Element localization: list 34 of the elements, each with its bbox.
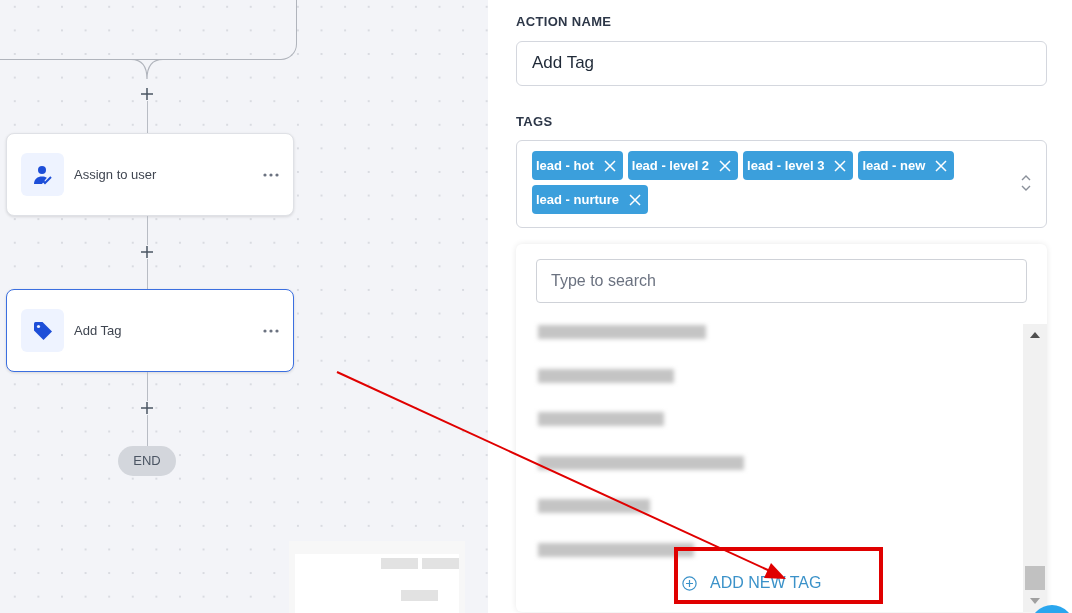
add-step-icon[interactable] [140, 245, 154, 259]
workflow-node[interactable]: Assign to user [6, 133, 294, 216]
redacted-option[interactable] [538, 542, 694, 557]
action-name-field[interactable]: Add Tag [516, 40, 1047, 86]
remove-icon[interactable] [834, 159, 847, 172]
user-check-icon [31, 163, 54, 186]
more-icon[interactable] [263, 172, 279, 177]
scrollbar-thumb[interactable] [1025, 566, 1045, 590]
remove-icon[interactable] [719, 159, 732, 172]
add-step-icon[interactable] [140, 87, 154, 101]
node-label: Assign to user [74, 165, 158, 184]
tag-chip: lead - nurture [532, 185, 649, 214]
chevron-updown-icon[interactable] [1020, 173, 1032, 193]
remove-icon[interactable] [629, 193, 642, 206]
add-step-icon[interactable] [140, 401, 154, 415]
search-field[interactable]: Type to search [536, 259, 1027, 303]
tag-chip: lead - hot [532, 151, 623, 180]
plus-circle-icon [682, 575, 697, 591]
remove-icon[interactable] [935, 159, 948, 172]
redacted-option[interactable] [538, 499, 650, 513]
junction-connector [131, 59, 163, 81]
end-marker: END [118, 446, 176, 476]
scroll-up-icon[interactable] [1030, 332, 1040, 338]
tag-chip: lead - new [858, 151, 955, 180]
tag-chip: lead - level 2 [627, 151, 739, 180]
workflow-node[interactable]: Add Tag [6, 289, 294, 372]
scrollbar[interactable] [1023, 324, 1047, 612]
tag-chip: lead - level 3 [743, 151, 854, 180]
tag-icon [31, 319, 54, 342]
remove-icon[interactable] [603, 159, 616, 172]
field-label: TAGS [516, 112, 554, 131]
node-label: Add Tag [74, 321, 123, 340]
field-label: ACTION NAME [516, 13, 613, 31]
more-icon[interactable] [263, 328, 279, 333]
